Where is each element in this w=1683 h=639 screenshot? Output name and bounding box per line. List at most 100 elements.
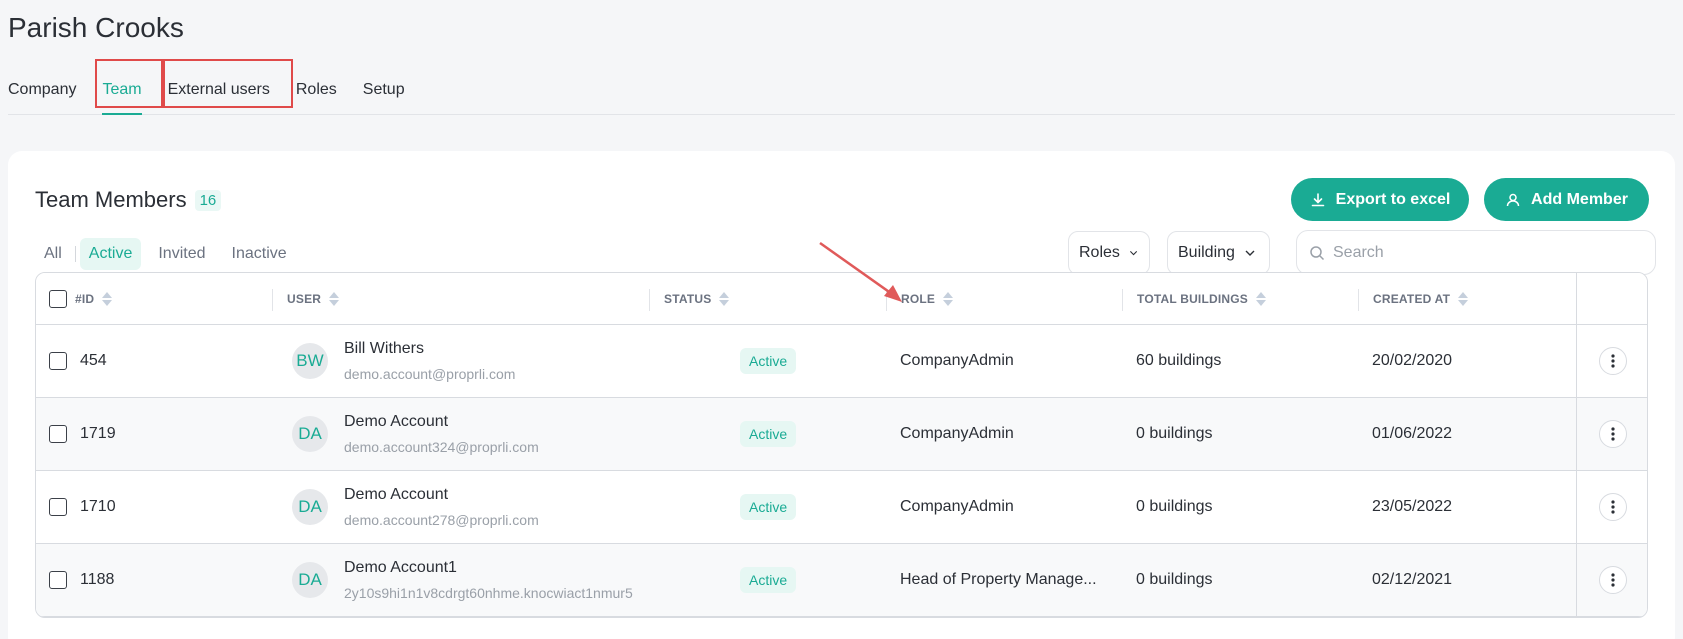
sort-icon[interactable] xyxy=(943,292,954,306)
header-id[interactable]: #ID xyxy=(49,273,113,325)
tab-company[interactable]: Company xyxy=(8,66,76,114)
row-buildings: 0 buildings xyxy=(1136,498,1213,515)
row-id: 454 xyxy=(80,352,107,369)
add-member-button[interactable]: Add Member xyxy=(1484,178,1649,221)
row-role: Head of Property Manage... xyxy=(900,571,1097,588)
sort-icon[interactable] xyxy=(102,292,113,306)
select-all-checkbox[interactable] xyxy=(49,290,67,308)
sort-icon[interactable] xyxy=(1256,292,1266,306)
row-actions-button[interactable] xyxy=(1599,420,1627,448)
tab-team[interactable]: Team xyxy=(102,66,142,115)
status-badge: Active xyxy=(740,494,797,520)
header-role-label: ROLE xyxy=(901,292,936,306)
header-status[interactable]: STATUS xyxy=(664,273,730,325)
user-email: demo.account@proprli.com xyxy=(344,366,516,382)
table-row[interactable]: 1188 DA Demo Account1 2y10s9hi1n1v8cdrgt… xyxy=(36,544,1647,617)
section-title-text: Team Members xyxy=(35,187,187,212)
filter-divider xyxy=(74,246,76,262)
user-name[interactable]: Bill Withers xyxy=(344,340,634,358)
row-checkbox[interactable] xyxy=(49,425,67,443)
page-title: Parish Crooks xyxy=(8,12,184,43)
main-tabs: Company Team External users Roles Setup xyxy=(8,66,1675,115)
header-id-label: #ID xyxy=(75,292,95,306)
filter-active[interactable]: Active xyxy=(79,238,142,270)
table-row[interactable]: 1719 DA Demo Account demo.account324@pro… xyxy=(36,398,1647,471)
table-body: 454 BW Bill Withers demo.account@proprli… xyxy=(36,325,1647,617)
sort-icon[interactable] xyxy=(1458,292,1469,306)
header-user[interactable]: USER xyxy=(287,273,340,325)
search-input[interactable] xyxy=(1333,243,1633,262)
add-member-label: Add Member xyxy=(1531,190,1628,208)
status-badge: Active xyxy=(740,348,797,374)
user-email: 2y10s9hi1n1v8cdrgt60nhme.knocwiact1nmur5 xyxy=(344,585,633,601)
avatar: BW xyxy=(292,343,328,379)
column-divider xyxy=(886,289,887,311)
row-buildings: 0 buildings xyxy=(1136,571,1213,588)
tab-roles[interactable]: Roles xyxy=(296,66,337,114)
actions-column-divider xyxy=(1576,544,1577,616)
column-divider xyxy=(1358,289,1359,311)
more-vertical-icon xyxy=(1611,500,1615,514)
filter-inactive[interactable]: Inactive xyxy=(223,238,296,270)
row-role: CompanyAdmin xyxy=(900,352,1014,369)
avatar: DA xyxy=(292,416,328,452)
building-dropdown[interactable]: Building xyxy=(1167,231,1270,275)
row-actions-button[interactable] xyxy=(1599,347,1627,375)
status-badge: Active xyxy=(740,567,797,593)
sort-icon[interactable] xyxy=(719,292,730,306)
row-created-at: 01/06/2022 xyxy=(1372,425,1453,442)
search-box xyxy=(1296,230,1656,275)
search-icon xyxy=(1310,245,1325,260)
roles-dropdown-label: Roles xyxy=(1079,244,1120,261)
export-excel-button[interactable]: Export to excel xyxy=(1291,178,1469,221)
building-dropdown-label: Building xyxy=(1178,244,1235,261)
row-checkbox[interactable] xyxy=(49,352,67,370)
row-checkbox[interactable] xyxy=(49,571,67,589)
roles-dropdown[interactable]: Roles xyxy=(1068,231,1150,275)
filter-invited[interactable]: Invited xyxy=(149,238,214,270)
tab-external-users[interactable]: External users xyxy=(168,66,270,114)
more-vertical-icon xyxy=(1611,427,1615,441)
column-divider xyxy=(649,289,650,311)
row-id: 1719 xyxy=(80,425,116,442)
actions-column-divider xyxy=(1576,273,1577,324)
row-created-at: 23/05/2022 xyxy=(1372,498,1453,515)
table-row[interactable]: 1710 DA Demo Account demo.account278@pro… xyxy=(36,471,1647,544)
more-vertical-icon xyxy=(1611,573,1615,587)
user-name[interactable]: Demo Account xyxy=(344,486,634,504)
user-email: demo.account324@proprli.com xyxy=(344,439,539,455)
table-row[interactable]: 454 BW Bill Withers demo.account@proprli… xyxy=(36,325,1647,398)
status-badge: Active xyxy=(740,421,797,447)
export-excel-label: Export to excel xyxy=(1335,190,1451,208)
user-icon xyxy=(1506,193,1520,206)
user-name[interactable]: Demo Account1 xyxy=(344,559,634,577)
chevron-down-icon xyxy=(1129,251,1138,256)
header-created-at[interactable]: CREATED AT xyxy=(1373,273,1469,325)
row-buildings: 60 buildings xyxy=(1136,352,1222,369)
chevron-down-icon xyxy=(1245,250,1255,256)
avatar: DA xyxy=(292,489,328,525)
header-total-buildings[interactable]: TOTAL BUILDINGS xyxy=(1137,273,1266,325)
row-actions-button[interactable] xyxy=(1599,493,1627,521)
row-checkbox[interactable] xyxy=(49,498,67,516)
user-email: demo.account278@proprli.com xyxy=(344,512,539,528)
row-id: 1710 xyxy=(80,498,116,515)
header-role[interactable]: ROLE xyxy=(901,273,954,325)
row-role: CompanyAdmin xyxy=(900,425,1014,442)
row-role: CompanyAdmin xyxy=(900,498,1014,515)
row-id: 1188 xyxy=(80,571,115,588)
column-divider xyxy=(272,289,273,311)
row-actions-button[interactable] xyxy=(1599,566,1627,594)
team-members-card: Team Members 16 Export to excel Add Memb… xyxy=(8,151,1675,639)
actions-column-divider xyxy=(1576,471,1577,543)
filter-all[interactable]: All xyxy=(35,238,71,270)
sort-icon[interactable] xyxy=(329,292,340,306)
header-user-label: USER xyxy=(287,292,322,306)
column-divider xyxy=(1122,289,1123,311)
more-vertical-icon xyxy=(1611,354,1615,368)
user-name[interactable]: Demo Account xyxy=(344,413,634,431)
tab-setup[interactable]: Setup xyxy=(363,66,405,114)
row-buildings: 0 buildings xyxy=(1136,425,1213,442)
status-filter-group: All Active Invited Inactive xyxy=(35,237,296,271)
header-created-at-label: CREATED AT xyxy=(1373,292,1451,306)
